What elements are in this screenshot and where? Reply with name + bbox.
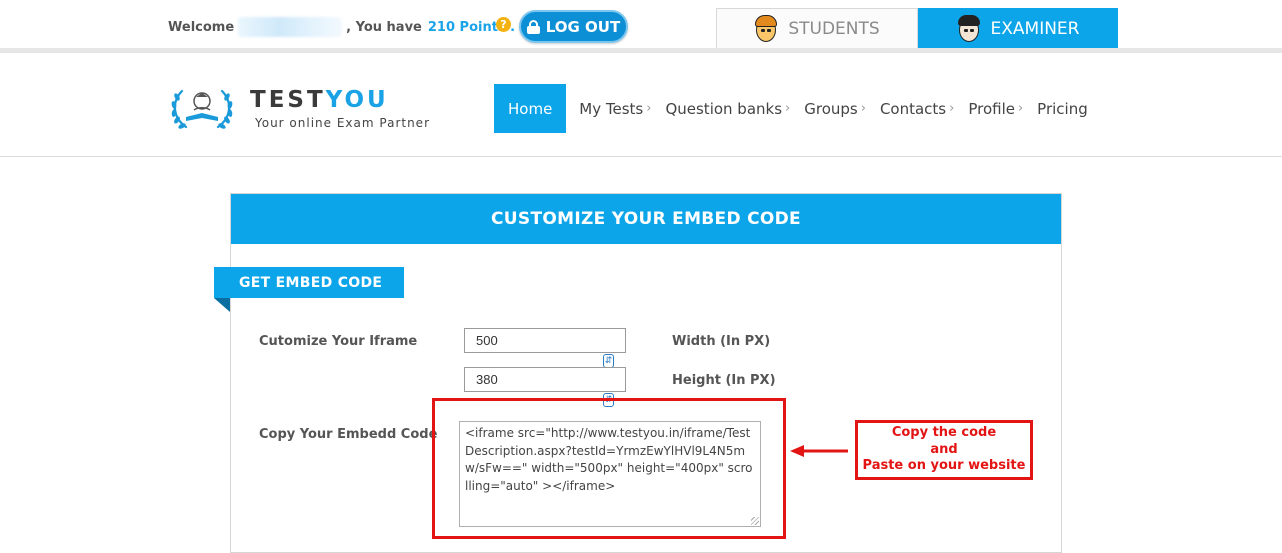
callout-line-2: and: [930, 441, 958, 457]
main-nav: Home My Tests › Question banks › Groups › C…: [494, 84, 1095, 133]
nav-my-tests[interactable]: My Tests ›: [572, 84, 658, 133]
tab-students-label: STUDENTS: [788, 19, 880, 39]
role-switcher: STUDENTS EXAMINER: [716, 8, 1118, 49]
tab-students[interactable]: STUDENTS: [716, 8, 918, 49]
site-header: TESTYOU Your online Exam Partner Home My…: [0, 53, 1282, 157]
callout-line-3: Paste on your website: [862, 458, 1026, 474]
top-bar: Welcome , You have 210 Points . ? LOG OU…: [0, 0, 1282, 50]
lock-icon: [526, 19, 540, 34]
arrow-left-icon: [790, 445, 848, 457]
tab-examiner-label: EXAMINER: [990, 18, 1080, 39]
panel-title: CUSTOMIZE YOUR EMBED CODE: [231, 194, 1061, 244]
username-redacted: [238, 17, 343, 37]
chevron-right-icon: ›: [860, 101, 866, 116]
width-spinner-icon[interactable]: ⇵: [603, 354, 614, 368]
student-avatar-icon: [754, 14, 778, 44]
chevron-right-icon: ›: [949, 101, 955, 116]
brand-name: TESTYOU: [250, 87, 389, 113]
help-icon[interactable]: ?: [496, 17, 511, 32]
nav-pricing[interactable]: Pricing: [1030, 84, 1095, 133]
width-input[interactable]: [464, 328, 626, 353]
nav-home[interactable]: Home: [494, 84, 567, 133]
nav-contacts[interactable]: Contacts ›: [873, 84, 961, 133]
chevron-right-icon: ›: [1017, 101, 1024, 116]
iframe-label: Cutomize Your Iframe: [259, 334, 418, 349]
logout-label: LOG OUT: [545, 17, 621, 36]
chevron-right-icon: ›: [785, 101, 791, 116]
section-ribbon: GET EMBED CODE: [214, 267, 404, 298]
brand-tagline: Your online Exam Partner: [255, 116, 431, 130]
width-label: Width (In PX): [672, 334, 771, 349]
welcome-label: Welcome: [168, 19, 235, 35]
examiner-avatar-icon: [957, 14, 981, 44]
embed-code-label: Copy Your Embedd Code: [259, 427, 438, 442]
resize-grip-icon[interactable]: [751, 517, 759, 525]
welcome-message: Welcome , You have 210 Points .: [168, 17, 515, 37]
height-input[interactable]: [464, 367, 626, 392]
site-logo[interactable]: TESTYOU Your online Exam Partner: [168, 83, 429, 133]
logout-button[interactable]: LOG OUT: [519, 10, 628, 43]
tab-examiner[interactable]: EXAMINER: [918, 8, 1118, 49]
ribbon-fold: [214, 298, 230, 312]
callout-line-1: Copy the code: [891, 425, 997, 441]
laurel-book-logo-icon: [171, 89, 233, 129]
nav-question-banks[interactable]: Question banks ›: [658, 84, 797, 133]
you-have-label: , You have: [346, 19, 422, 35]
embed-code-textarea[interactable]: <iframe src="http://www.testyou.in/ifram…: [459, 421, 761, 527]
nav-groups[interactable]: Groups ›: [797, 84, 873, 133]
height-label: Height (In PX): [672, 373, 776, 388]
nav-profile[interactable]: Profile ›: [961, 84, 1030, 133]
chevron-right-icon: ›: [646, 101, 652, 116]
instruction-callout: Copy the code and Paste on your website: [855, 420, 1033, 480]
